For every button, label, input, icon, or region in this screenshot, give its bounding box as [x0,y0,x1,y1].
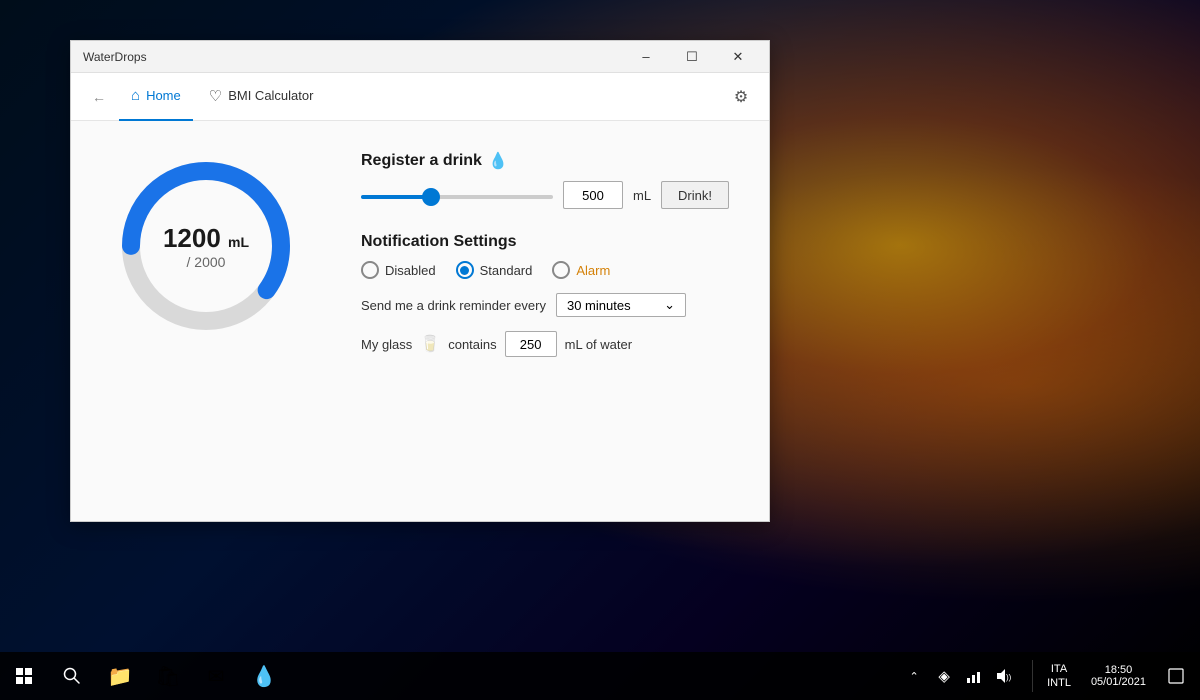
mail-icon: ✉ [208,664,225,689]
tab-bmi[interactable]: ♡ BMI Calculator [197,73,326,121]
radio-label-alarm: Alarm [576,263,610,278]
radio-circle-disabled [361,261,379,279]
radio-label-standard: Standard [480,263,533,278]
water-amount: 1200 mL [163,223,249,254]
tray-volume-button[interactable]: )) [990,662,1018,690]
home-icon: ⌂ [131,87,140,104]
clock-date: 05/01/2021 [1091,676,1146,688]
settings-icon: ⚙ [734,87,748,107]
glass-row: My glass 🥛 contains 250 mL of water [361,331,729,357]
reminder-row: Send me a drink reminder every 30 minute… [361,293,729,317]
locale-intl-label: INTL [1047,676,1071,690]
drink-button[interactable]: Drink! [661,181,729,209]
tray-network-button[interactable] [960,662,988,690]
system-clock[interactable]: 18:50 05/01/2021 [1081,664,1156,688]
radio-label-disabled: Disabled [385,263,436,278]
ml-unit-label: mL [633,188,651,203]
reminder-select[interactable]: 30 minutes ⌄ [556,293,686,317]
tray-expand-icon: ⌃ [909,670,918,683]
water-progress-chart: 1200 mL / 2000 [111,151,301,341]
taskbar-store-button[interactable]: 🛍 [144,652,192,700]
notif-title: Notification Settings [361,233,729,251]
network-icon [965,667,983,685]
glass-contains: contains [448,337,496,352]
water-goal: / 2000 [187,254,226,270]
app-window: WaterDrops – ☐ ✕ ← ⌂ Home ♡ BMI Calculat… [70,40,770,522]
windows-logo-icon [16,668,32,684]
drink-row: 500 mL Drink! [361,181,729,209]
dropbox-icon: ◈ [938,667,950,685]
glass-prefix: My glass [361,337,412,352]
dropdown-chevron-icon: ⌄ [664,297,675,313]
tray-icons: ⌃ ◈ )) [894,662,1024,690]
tab-home[interactable]: ⌂ Home [119,73,193,121]
clock-time: 18:50 [1105,664,1133,676]
reminder-label: Send me a drink reminder every [361,298,546,313]
nav-bar: ← ⌂ Home ♡ BMI Calculator ⚙ [71,73,769,121]
taskbar-left: 📁 🛍 ✉ 💧 [0,652,288,700]
register-drink-section: Register a drink 💧 500 mL Drink! [361,151,729,209]
bmi-icon: ♡ [209,87,222,105]
search-icon [63,667,81,685]
tab-bmi-label: BMI Calculator [228,88,313,103]
minimize-button[interactable]: – [623,41,669,73]
svg-text:)): )) [1006,673,1012,682]
back-button[interactable]: ← [83,81,115,113]
close-button[interactable]: ✕ [715,41,761,73]
notification-options: Disabled Standard Alarm [361,261,729,279]
notification-center-button[interactable] [1160,652,1192,700]
taskbar-search-button[interactable] [48,652,96,700]
radio-disabled[interactable]: Disabled [361,261,436,279]
title-bar: WaterDrops – ☐ ✕ [71,41,769,73]
waterdrops-taskbar-icon: 💧 [252,664,277,689]
amount-slider[interactable] [361,195,553,199]
volume-icon: )) [995,667,1013,685]
window-controls: – ☐ ✕ [623,41,761,73]
amount-input[interactable]: 500 [563,181,623,209]
tray-chevron-button[interactable]: ⌃ [900,662,928,690]
taskbar: 📁 🛍 ✉ 💧 ⌃ ◈ [0,652,1200,700]
amount-slider-container [361,186,553,204]
store-icon: 🛍 [155,664,180,689]
taskbar-right: ⌃ ◈ )) ITA INTL [894,652,1200,700]
radio-dot-standard [460,266,469,275]
glass-suffix: mL of water [565,337,632,352]
main-content: 1200 mL / 2000 Register a drink 💧 500 [71,121,769,521]
glass-input[interactable]: 250 [505,331,557,357]
back-icon: ← [92,89,106,105]
notification-settings-section: Notification Settings Disabled Standard [361,233,729,357]
reminder-value: 30 minutes [567,298,631,313]
radio-circle-standard [456,261,474,279]
explorer-icon: 📁 [108,664,133,689]
taskbar-mail-button[interactable]: ✉ [192,652,240,700]
taskbar-explorer-button[interactable]: 📁 [96,652,144,700]
maximize-button[interactable]: ☐ [669,41,715,73]
locale-label: ITA [1051,662,1067,676]
tray-dropbox-button[interactable]: ◈ [930,662,958,690]
right-panel: Register a drink 💧 500 mL Drink! Notific… [361,151,729,357]
tray-locale[interactable]: ITA INTL [1041,662,1077,690]
glass-icon: 🥛 [420,334,440,354]
donut-center: 1200 mL / 2000 [111,151,301,341]
register-title: Register a drink 💧 [361,151,729,171]
water-drop-icon: 💧 [488,151,508,171]
taskbar-waterdrops-button[interactable]: 💧 [240,652,288,700]
settings-button[interactable]: ⚙ [725,81,757,113]
radio-standard[interactable]: Standard [456,261,533,279]
window-title: WaterDrops [83,50,147,64]
radio-alarm[interactable]: Alarm [552,261,610,279]
tab-home-label: Home [146,88,181,103]
notification-bell-icon [1168,668,1184,684]
tray-separator [1032,660,1033,692]
radio-circle-alarm [552,261,570,279]
start-button[interactable] [0,652,48,700]
